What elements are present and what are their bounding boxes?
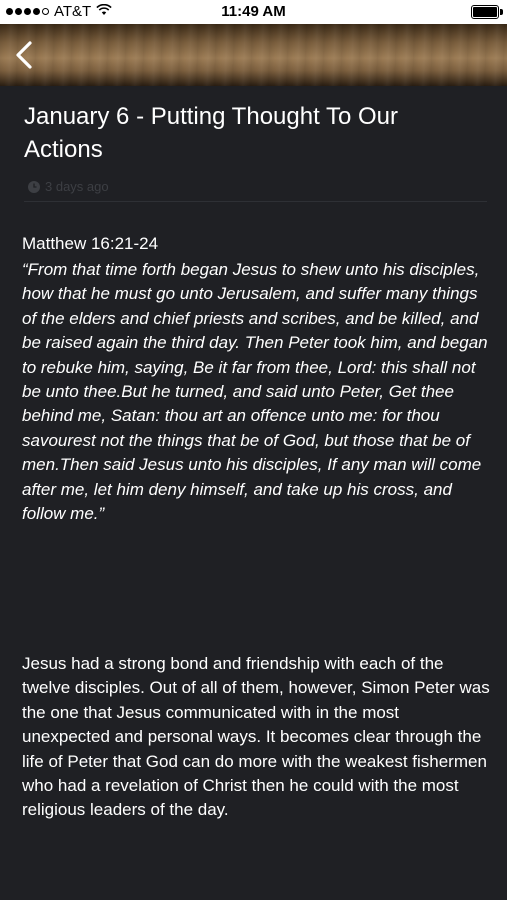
post-title: January 6 - Putting Thought To Our Actio…	[24, 103, 399, 163]
clock-icon	[28, 180, 40, 193]
chevron-left-icon	[16, 41, 32, 69]
scripture-reference: Matthew 16:21-24	[22, 234, 159, 253]
divider	[24, 201, 487, 202]
battery-icon	[471, 5, 503, 19]
post-content: January 6 - Putting Thought To Our Actio…	[0, 86, 507, 900]
nav-bar	[0, 24, 507, 86]
status-time: 11:49 AM	[221, 3, 286, 20]
post-meta: 3 days ago	[28, 179, 109, 194]
back-button[interactable]	[10, 38, 40, 72]
scripture-text: “From that time forth began Jesus to she…	[22, 260, 488, 524]
status-bar: AT&T 11:49 AM	[0, 0, 507, 24]
post-timestamp: 3 days ago	[45, 179, 109, 194]
commentary-text: Jesus had a strong bond and friendship w…	[22, 654, 490, 820]
